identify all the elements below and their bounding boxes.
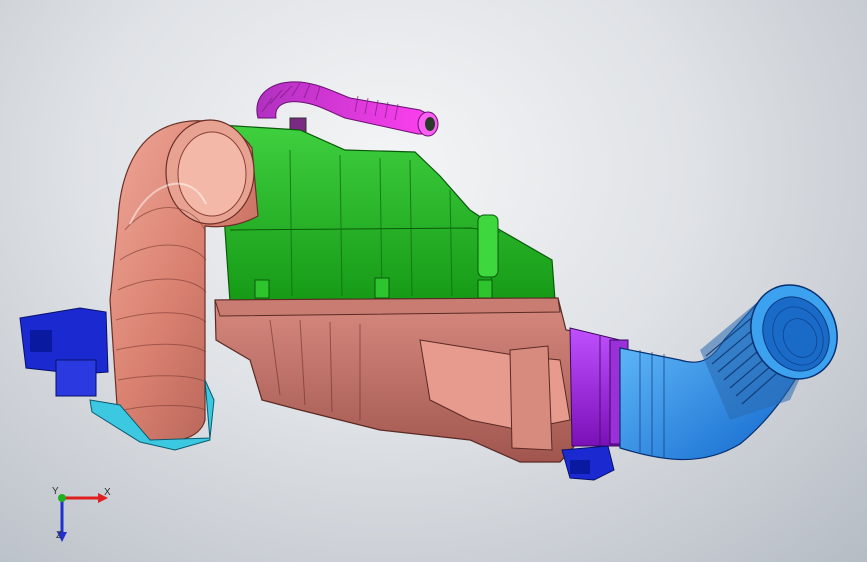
x-axis-label: X: [104, 487, 111, 498]
breather-hose[interactable]: [256, 81, 439, 137]
clamp-collar[interactable]: [569, 327, 629, 447]
cad-viewport[interactable]: X Y Z: [0, 0, 867, 562]
model-assembly[interactable]: [0, 0, 867, 562]
bellows-outlet-hose[interactable]: [619, 271, 852, 461]
z-axis-label: Z: [56, 530, 63, 541]
orientation-triad: X Y Z: [40, 478, 120, 548]
y-axis-label: Y: [52, 486, 59, 497]
air-filter-cover[interactable]: [219, 124, 556, 303]
y-axis-dot: [58, 494, 66, 502]
triad-quarter-disc: [62, 498, 82, 518]
air-filter-housing[interactable]: [214, 297, 581, 463]
